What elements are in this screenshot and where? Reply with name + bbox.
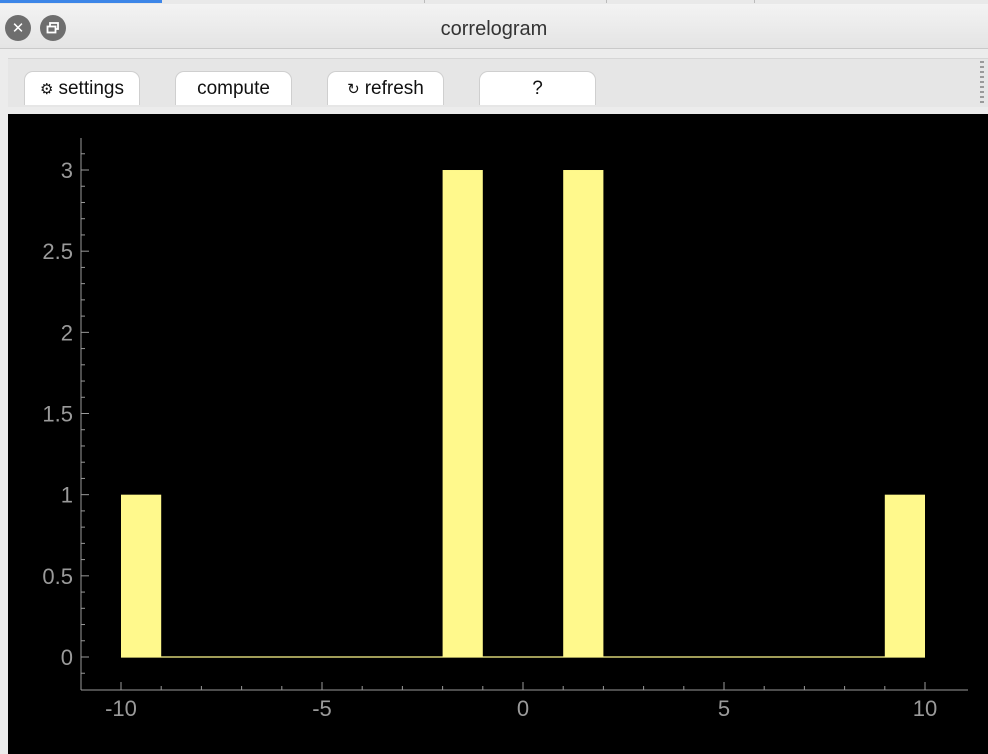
- tab-divider: [606, 0, 607, 3]
- x-tick-label: -10: [105, 696, 137, 721]
- histogram-bar: [884, 494, 925, 657]
- y-tick-label: 0.5: [42, 564, 73, 589]
- help-button[interactable]: ?: [479, 71, 596, 105]
- histogram-bar: [442, 170, 483, 657]
- compute-button[interactable]: compute: [175, 71, 292, 105]
- settings-button[interactable]: ⚙ settings: [24, 71, 140, 105]
- y-tick-label: 2.5: [42, 239, 73, 264]
- y-tick-label: 3: [61, 158, 73, 183]
- y-tick-label: 1.5: [42, 402, 73, 427]
- histogram-bar: [563, 170, 604, 657]
- y-tick-label: 0: [61, 645, 73, 670]
- active-tab-indicator: [0, 0, 162, 3]
- window-titlebar: ✕ correlogram: [0, 4, 988, 49]
- correlogram-chart: -10 -5 0 5 10 0 0.5 1 1.5 2 2.5 3: [42, 138, 968, 721]
- y-tick-label: 1: [61, 483, 73, 508]
- x-tick-label: 0: [517, 696, 529, 721]
- y-tick-label: 2: [61, 320, 73, 345]
- gear-icon: ⚙: [40, 79, 54, 98]
- refresh-button[interactable]: ↻ refresh: [327, 71, 444, 105]
- help-label: ?: [532, 77, 543, 99]
- settings-label: settings: [58, 77, 124, 99]
- tab-divider: [424, 0, 425, 3]
- toolbar: ⚙ settings compute ↻ refresh ?: [8, 58, 988, 107]
- refresh-label: refresh: [364, 77, 424, 99]
- refresh-icon: ↻: [347, 79, 360, 98]
- compute-label: compute: [197, 77, 270, 99]
- histogram-bar: [121, 494, 162, 657]
- tab-divider: [754, 0, 755, 3]
- x-tick-label: 10: [913, 696, 937, 721]
- plot-area: -10 -5 0 5 10 0 0.5 1 1.5 2 2.5 3: [8, 114, 988, 754]
- x-tick-label: -5: [312, 696, 332, 721]
- x-tick-label: 5: [718, 696, 730, 721]
- toolbar-grip[interactable]: [980, 61, 984, 105]
- window-title: correlogram: [440, 18, 548, 40]
